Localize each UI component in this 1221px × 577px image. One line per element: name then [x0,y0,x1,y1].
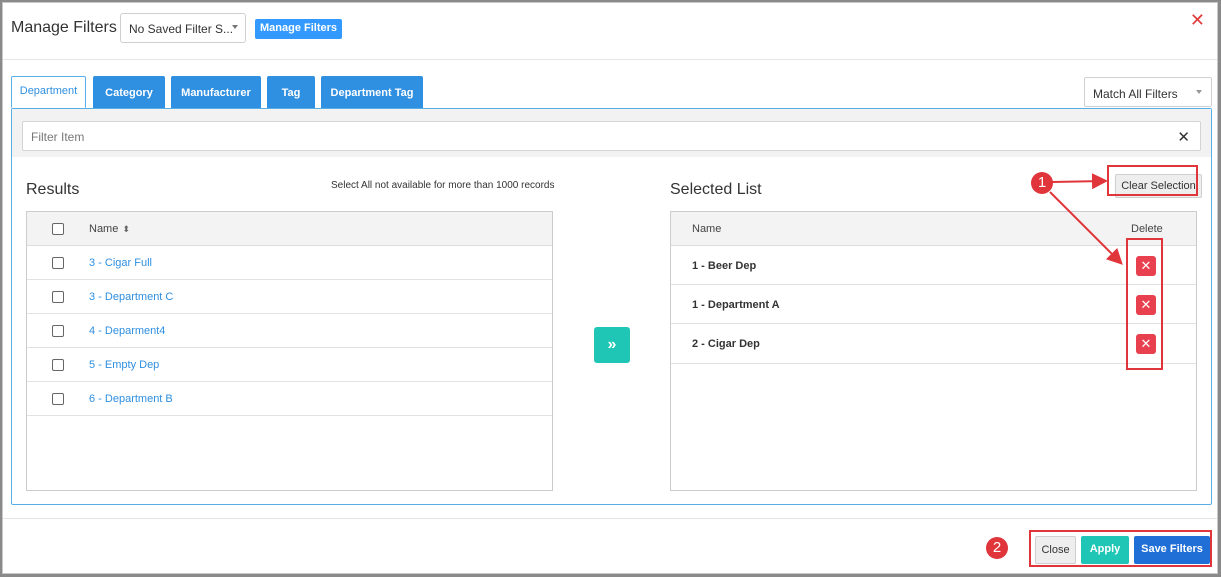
select-all-checkbox[interactable] [52,223,64,235]
table-row: 5 - Empty Dep [27,348,552,382]
results-title: Results [26,181,80,198]
table-row: 6 - Department B [27,382,552,416]
chevron-down-icon [232,25,238,29]
footer-divider [3,518,1217,519]
table-row: 1 - Department A ✕ [671,285,1196,324]
tab-category[interactable]: Category [93,76,165,108]
name-column-header: Name [692,223,722,235]
row-checkbox[interactable] [52,257,64,269]
chevron-down-icon [1196,90,1202,94]
match-filters-value: Match All Filters [1093,87,1178,101]
move-selected-button[interactable]: » [594,327,630,363]
delete-buttons-highlight [1126,238,1163,370]
table-row: 3 - Department C [27,280,552,314]
filter-item-input[interactable]: Filter Item ✕ [22,121,1201,151]
selected-list-title: Selected List [670,181,762,198]
row-checkbox[interactable] [52,325,64,337]
result-link[interactable]: 3 - Department C [89,291,173,303]
delete-column-header: Delete [1131,223,1163,235]
match-filters-select[interactable]: Match All Filters [1084,77,1212,107]
manage-filters-modal: Manage Filters No Saved Filter S... Mana… [2,2,1218,574]
tab-department-tag[interactable]: Department Tag [321,76,423,108]
tab-manufacturer[interactable]: Manufacturer [171,76,261,108]
select-all-note: Select All not available for more than 1… [331,180,555,191]
result-link[interactable]: 4 - Deparment4 [89,325,165,337]
sort-icon: ⬍ [122,224,130,234]
saved-filter-value: No Saved Filter S... [129,22,234,36]
clear-filter-icon[interactable]: ✕ [1177,128,1190,146]
result-link[interactable]: 6 - Department B [89,393,173,405]
result-link[interactable]: 5 - Empty Dep [89,359,159,371]
table-row: 1 - Beer Dep ✕ [671,246,1196,285]
row-checkbox[interactable] [52,393,64,405]
saved-filter-select[interactable]: No Saved Filter S... [120,13,246,43]
selected-item-name: 1 - Beer Dep [692,260,757,272]
table-row: 4 - Deparment4 [27,314,552,348]
name-column-label: Name [89,223,119,235]
filter-panel: Filter Item ✕ Results Select All not ava… [11,108,1212,505]
selected-item-name: 2 - Cigar Dep [692,338,760,350]
result-link[interactable]: 3 - Cigar Full [89,257,152,269]
row-checkbox[interactable] [52,359,64,371]
modal-header: Manage Filters No Saved Filter S... Mana… [3,3,1217,60]
tab-tag[interactable]: Tag [267,76,315,108]
name-column-header[interactable]: Name ⬍ [89,223,130,235]
table-row: 3 - Cigar Full [27,246,552,280]
manage-filters-button[interactable]: Manage Filters [255,19,343,39]
tab-department[interactable]: Department [11,76,86,108]
annotation-badge-1: 1 [1031,172,1053,194]
filter-bar: Filter Item ✕ [12,109,1211,157]
row-checkbox[interactable] [52,291,64,303]
clear-selection-highlight [1107,165,1198,196]
results-table: Name ⬍ 3 - Cigar Full 3 - Department C 4 … [26,211,553,491]
results-table-header: Name ⬍ [27,212,552,246]
selected-table-header: Name Delete [671,212,1196,246]
close-icon[interactable]: ✕ [1190,11,1205,29]
annotation-badge-2: 2 [986,537,1008,559]
modal-title: Manage Filters [11,19,117,36]
table-row: 2 - Cigar Dep ✕ [671,324,1196,364]
double-chevron-right-icon: » [607,336,617,353]
selected-item-name: 1 - Department A [692,299,780,311]
footer-buttons-highlight [1029,530,1212,567]
filter-item-placeholder: Filter Item [31,130,85,144]
selected-table: Name Delete 1 - Beer Dep ✕ 1 - Departmen… [670,211,1197,491]
